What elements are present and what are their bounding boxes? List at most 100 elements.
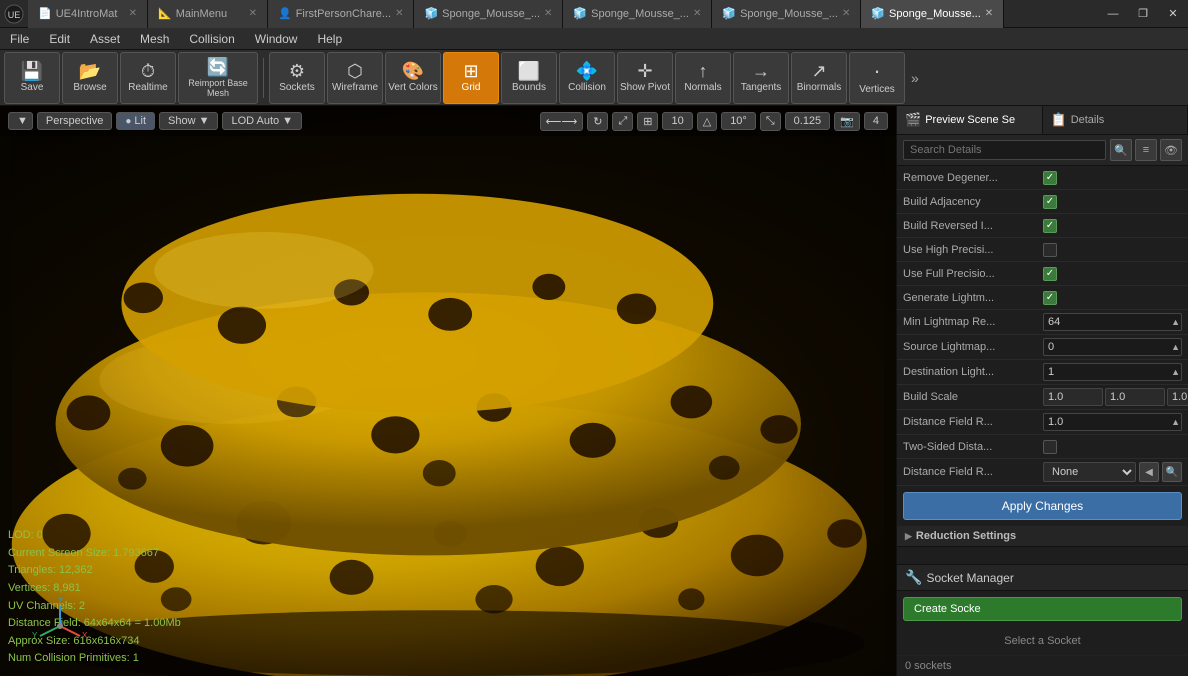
binormals-button[interactable]: ↗ Binormals — [791, 52, 847, 104]
tab-details[interactable]: 📋 Details — [1043, 106, 1188, 134]
input-min-lightmap[interactable] — [1043, 313, 1182, 331]
menu-file[interactable]: File — [0, 28, 39, 49]
prop-value — [1043, 388, 1188, 406]
tab-sponge3[interactable]: 🧊 Sponge_Mousse_... ✕ — [712, 0, 861, 28]
checkbox-build-adjacency[interactable]: ✓ — [1043, 195, 1057, 209]
checkbox-remove-degener[interactable]: ✓ — [1043, 171, 1057, 185]
vertices-button[interactable]: · Vertices — [849, 52, 905, 104]
scale-button[interactable]: ⤢ — [612, 112, 633, 131]
viewport[interactable]: ▼ Perspective ● Lit Show ▼ LOD Auto ▼ ⟵⟶… — [0, 106, 896, 676]
tab-preview-scene[interactable]: 🎬 Preview Scene Se — [897, 106, 1043, 134]
grid-frac[interactable]: 0.125 — [785, 112, 831, 130]
tab-ue4intromat[interactable]: 📄 UE4IntroMat ✕ — [28, 0, 148, 28]
viewport-mode-dropdown[interactable]: ▼ — [8, 112, 33, 130]
wireframe-button[interactable]: ⬡ Wireframe — [327, 52, 383, 104]
tab-sponge4[interactable]: 🧊 Sponge_Mousse... ✕ — [861, 0, 1004, 28]
prop-label: Remove Degener... — [903, 172, 1043, 184]
input-arrow-icon[interactable]: ▲ — [1171, 317, 1180, 327]
sockets-button[interactable]: ⚙ Sockets — [269, 52, 325, 104]
showpivot-button[interactable]: ✛ Show Pivot — [617, 52, 673, 104]
prop-value: ▲ — [1043, 413, 1182, 431]
browse-button[interactable]: 📂 Browse — [62, 52, 118, 104]
checkbox-full-precision[interactable]: ✓ — [1043, 267, 1057, 281]
input-source-lightmap[interactable] — [1043, 338, 1182, 356]
checkbox-two-sided[interactable] — [1043, 440, 1057, 454]
input-arrow-icon[interactable]: ▲ — [1171, 342, 1180, 352]
menu-mesh[interactable]: Mesh — [130, 28, 179, 49]
grid-size[interactable]: 10 — [662, 112, 692, 130]
tab-mainmenu[interactable]: 📐 MainMenu ✕ — [148, 0, 268, 28]
menu-collision[interactable]: Collision — [179, 28, 244, 49]
tab-close[interactable]: ✕ — [395, 8, 403, 19]
scale-snap[interactable]: ⤡ — [760, 112, 781, 131]
reimport-button[interactable]: 🔄 Reimport Base Mesh — [178, 52, 258, 104]
prop-label: Generate Lightm... — [903, 292, 1043, 304]
collision-button[interactable]: 💠 Collision — [559, 52, 615, 104]
input-arrow-icon[interactable]: ▲ — [1171, 417, 1180, 427]
tab-close[interactable]: ✕ — [842, 8, 850, 19]
save-button[interactable]: 💾 Save — [4, 52, 60, 104]
search-field-button[interactable]: 🔍 — [1162, 462, 1182, 482]
angle-snap-value[interactable]: 10° — [721, 112, 756, 130]
translate-button[interactable]: ⟵⟶ — [540, 112, 584, 131]
grid-button[interactable]: ⊞ Grid — [443, 52, 499, 104]
vertcolors-button[interactable]: 🎨 Vert Colors — [385, 52, 441, 104]
tab-close[interactable]: ✕ — [249, 8, 257, 19]
input-distance-field-r[interactable] — [1043, 413, 1182, 431]
search-button[interactable]: 🔍 — [1110, 139, 1132, 161]
reduction-settings-header[interactable]: ▶ Reduction Settings — [897, 526, 1188, 547]
minimize-button[interactable]: — — [1098, 0, 1128, 28]
rotate-button[interactable]: ↻ — [587, 112, 608, 131]
perspective-button[interactable]: Perspective — [37, 112, 112, 130]
tab-sponge2[interactable]: 🧊 Sponge_Mousse_... ✕ — [563, 0, 712, 28]
tab-firstperson[interactable]: 👤 FirstPersonChare... ✕ — [268, 0, 414, 28]
prop-row: Source Lightmap... ▲ — [897, 335, 1188, 360]
checkbox-high-precision[interactable] — [1043, 243, 1057, 257]
prop-row: Distance Field R... None ◀ 🔍 — [897, 459, 1188, 486]
checkbox-generate-lightmap[interactable]: ✓ — [1043, 291, 1057, 305]
tab-close[interactable]: ✕ — [693, 8, 701, 19]
menu-edit[interactable]: Edit — [39, 28, 80, 49]
input-build-scale-y[interactable] — [1105, 388, 1165, 406]
checkbox-build-reversed[interactable]: ✓ — [1043, 219, 1057, 233]
input-arrow-icon[interactable]: ▲ — [1171, 367, 1180, 377]
snap-toggle[interactable]: ⊞ — [637, 112, 658, 131]
input-build-scale-z[interactable] — [1167, 388, 1188, 406]
menu-help[interactable]: Help — [307, 28, 352, 49]
list-view-button[interactable]: ≡ — [1135, 139, 1157, 161]
show-button[interactable]: Show ▼ — [159, 112, 218, 130]
create-socket-button[interactable]: Create Socke — [903, 597, 1182, 621]
realtime-button[interactable]: ⏱ Realtime — [120, 52, 176, 104]
input-build-scale-x[interactable] — [1043, 388, 1103, 406]
tab-close[interactable]: ✕ — [129, 8, 137, 19]
camera-icon[interactable]: 📷 — [834, 112, 860, 131]
bounds-button[interactable]: ⬜ Bounds — [501, 52, 557, 104]
svg-text:X: X — [82, 631, 88, 640]
viewport-axis: X Y Z — [30, 596, 90, 656]
input-destination-light[interactable] — [1043, 363, 1182, 381]
tab-close[interactable]: ✕ — [985, 8, 993, 19]
search-input[interactable] — [903, 140, 1106, 160]
tab-icon: 📐 — [158, 7, 172, 20]
showpivot-icon: ✛ — [637, 62, 652, 80]
tangents-button[interactable]: → Tangents — [733, 52, 789, 104]
tab-sponge1[interactable]: 🧊 Sponge_Mousse_... ✕ — [414, 0, 563, 28]
lod-button[interactable]: LOD Auto ▼ — [222, 112, 302, 130]
socket-manager: 🔧 Socket Manager Create Socke Select a S… — [897, 564, 1188, 676]
lit-button[interactable]: ● Lit — [116, 112, 155, 130]
menu-asset[interactable]: Asset — [80, 28, 130, 49]
eye-button[interactable]: 👁 — [1160, 139, 1182, 161]
normals-button[interactable]: ↑ Normals — [675, 52, 731, 104]
maximize-button[interactable]: ❐ — [1128, 0, 1158, 28]
prop-label: Destination Light... — [903, 366, 1043, 378]
toolbar-expand[interactable]: » — [907, 66, 923, 90]
realtime-icon: ⏱ — [141, 62, 155, 80]
apply-changes-button[interactable]: Apply Changes — [903, 492, 1182, 520]
select-distance-field[interactable]: None — [1043, 462, 1136, 482]
camera-speed[interactable]: 4 — [864, 112, 888, 130]
close-button[interactable]: ✕ — [1158, 0, 1188, 28]
prev-arrow-button[interactable]: ◀ — [1139, 462, 1159, 482]
menu-window[interactable]: Window — [245, 28, 308, 49]
tab-close[interactable]: ✕ — [544, 8, 552, 19]
angle-snap-toggle[interactable]: △ — [697, 112, 717, 131]
